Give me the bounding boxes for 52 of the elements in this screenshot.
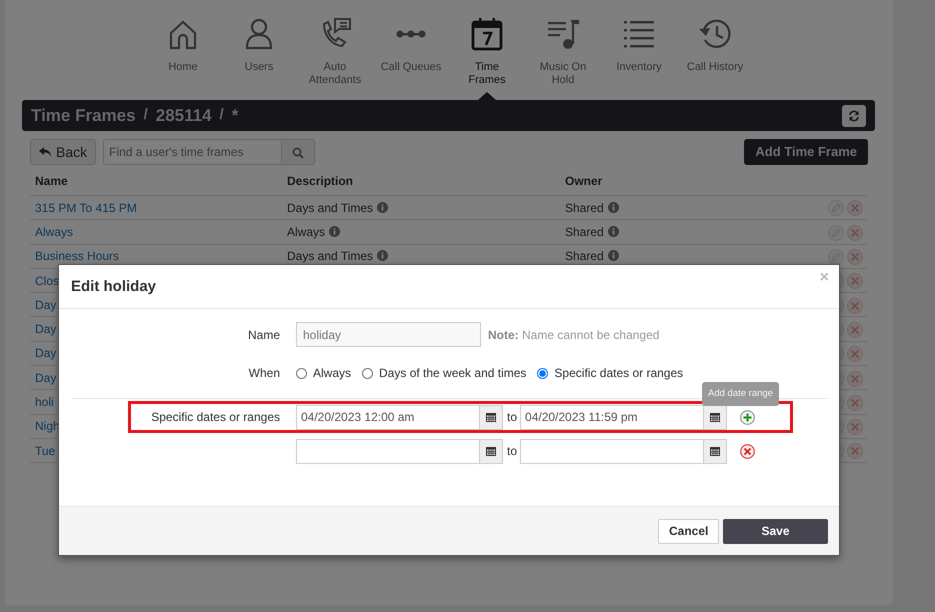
- back-button[interactable]: Back: [30, 139, 96, 165]
- time-frame-link[interactable]: Business Hours: [35, 249, 120, 264]
- nav-tab[interactable]: Time Frames: [456, 61, 518, 87]
- modal-title: Edit holiday: [71, 278, 156, 296]
- nav-tab[interactable]: Users: [244, 61, 274, 74]
- field-label: Name: [246, 326, 280, 344]
- table-cell: Shared: [565, 200, 604, 215]
- breadcrumb-item[interactable]: 285114: [156, 102, 212, 128]
- radio-label[interactable]: Specific dates or ranges: [554, 364, 684, 382]
- field-label: Specific dates or ranges: [150, 409, 280, 426]
- cancel-button[interactable]: Cancel: [658, 518, 719, 544]
- nav-tab[interactable]: Auto Attendants: [304, 61, 366, 87]
- time-frame-link[interactable]: Day: [35, 370, 56, 385]
- time-frame-link[interactable]: Day: [35, 322, 56, 336]
- field-label: When: [248, 365, 280, 382]
- table-cell: Shared: [565, 249, 604, 264]
- radio-label[interactable]: Always: [313, 364, 352, 382]
- save-button[interactable]: Save: [723, 518, 828, 544]
- radio-label[interactable]: Days of the week and times: [379, 364, 526, 382]
- table-cell: Days and Times: [287, 249, 374, 264]
- time-frame-link[interactable]: holi: [35, 395, 54, 410]
- add-time-frame-button[interactable]: Add Time Frame: [744, 139, 868, 165]
- time-frame-link[interactable]: Day: [35, 346, 56, 360]
- nav-tab[interactable]: Call History: [686, 61, 744, 74]
- breadcrumb-item[interactable]: Time Frames: [31, 102, 136, 128]
- breadcrumb-separator: /: [220, 105, 224, 126]
- table-cell: Always: [287, 224, 326, 239]
- nav-tab[interactable]: Music On Hold: [532, 61, 594, 87]
- name-field[interactable]: holiday: [296, 322, 481, 347]
- tooltip: Add date range: [702, 382, 779, 406]
- close-button[interactable]: ×: [820, 270, 829, 286]
- nav-tab[interactable]: Inventory: [616, 61, 662, 74]
- date-field[interactable]: 04/20/2023 12:00 am: [296, 404, 480, 430]
- table-cell: Shared: [565, 224, 604, 239]
- time-frame-link[interactable]: Always: [35, 224, 74, 239]
- time-frame-link[interactable]: Day: [35, 298, 56, 312]
- breadcrumb-item: *: [232, 104, 238, 127]
- time-frame-link[interactable]: Tue: [35, 444, 56, 458]
- nav-tab[interactable]: Home: [168, 61, 198, 74]
- time-frame-link[interactable]: Clos: [35, 274, 60, 288]
- table-cell: Days and Times: [287, 200, 374, 215]
- search-field[interactable]: Find a user's time frames: [103, 139, 316, 165]
- note-text: Note: Name cannot be changed: [488, 326, 660, 344]
- range-separator: to: [507, 443, 518, 460]
- range-separator: to: [507, 409, 518, 426]
- column-header: Description: [282, 167, 560, 196]
- column-header: Name: [30, 167, 282, 196]
- time-frame-link[interactable]: 315 PM To 415 PM: [35, 200, 137, 215]
- breadcrumb-separator: /: [144, 105, 148, 126]
- nav-tab[interactable]: Call Queues: [380, 61, 442, 74]
- column-header: Owner: [560, 167, 818, 196]
- date-field[interactable]: 04/20/2023 11:59 pm: [520, 404, 704, 430]
